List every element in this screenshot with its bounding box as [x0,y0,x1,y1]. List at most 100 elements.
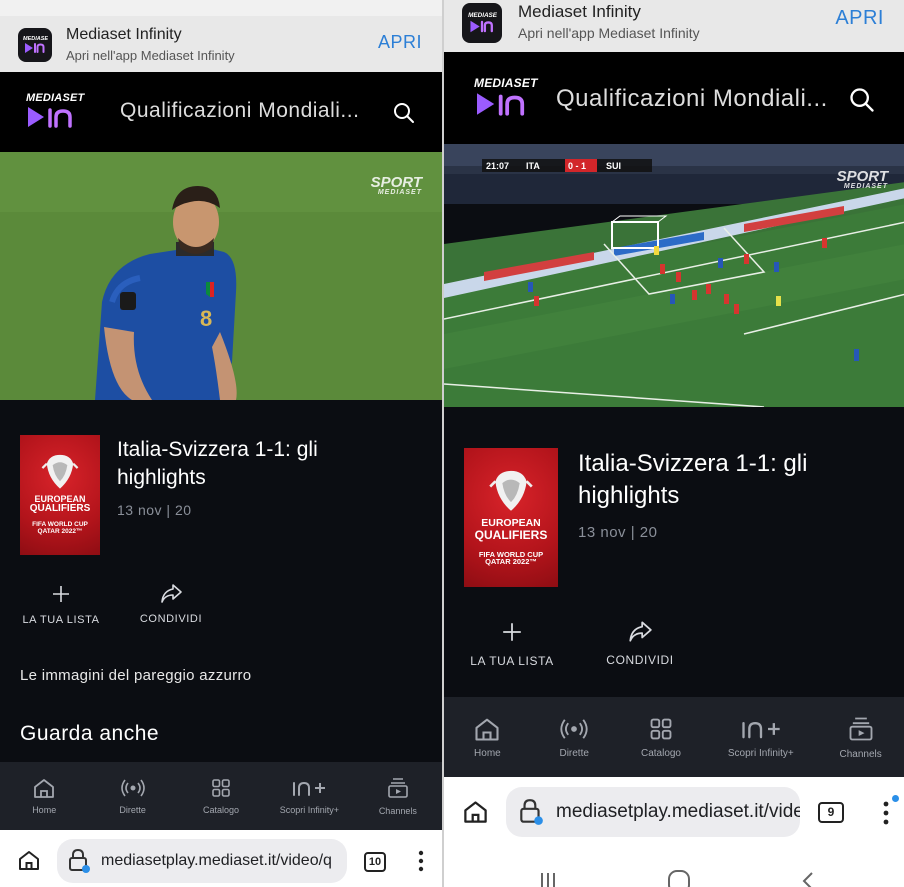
share-label: CONDIVIDI [606,653,674,667]
score-home: ITA [526,161,540,171]
browser-home-icon [464,801,487,823]
page-title: Qualificazioni Mondiali... [556,85,828,112]
mediaset-app-icon: MEDIASET [18,28,52,62]
url-field[interactable]: mediasetplay.mediaset.it/video/q [506,787,800,837]
nav-channels-label: Channels [839,748,882,760]
share-icon [629,621,652,642]
svg-text:8: 8 [200,306,212,331]
watermark-bottom: MEDIASET [377,188,422,196]
search-button[interactable] [392,101,416,130]
system-back-icon[interactable] [800,871,816,887]
video-player[interactable]: 8 SPORT MEDIASET [0,152,442,400]
poster-line-1: EUROPEAN [481,517,541,529]
mediaset-infinity-logo[interactable]: MEDIASET [26,92,84,135]
channels-icon [849,717,873,740]
add-to-list-button[interactable]: LA TUA LISTA [462,621,562,668]
site-header: MEDIASET Qualificazioni Mondiali... [444,52,904,144]
kebab-menu-icon [418,850,424,872]
nav-catalog-label: Catalogo [640,747,681,759]
app-banner: MEDIASET Mediaset Infinity Apri nell'app… [0,16,442,72]
catalog-icon [650,718,672,739]
video-title: Italia-Svizzera 1-1: gli highlights [578,450,808,510]
add-to-list-label: LA TUA LISTA [470,654,554,668]
watermark-bottom: MEDIASET [843,182,888,190]
browser-home-button[interactable] [462,799,489,829]
nav-infinity-plus-label: Scopri Infinity+ [279,805,340,815]
lock-icon [520,799,543,825]
live-icon [560,718,588,739]
channels-icon [388,778,408,798]
video-details: EUROPEAN QUALIFIERS FIFA WORLD CUP QATAR… [0,400,442,762]
browser-menu-button[interactable] [418,850,424,877]
share-button[interactable]: CONDIVIDI [600,619,680,667]
page-title: Qualificazioni Mondiali... [120,99,360,122]
video-details: EUROPEAN QUALIFIERS FIFA WORLD CUP QATAR… [444,407,904,697]
share-label: CONDIVIDI [139,613,203,625]
browser-home-button[interactable] [17,849,41,876]
nav-catalog[interactable]: Catalogo [618,697,705,777]
video-meta: 13 nov | 20 [578,524,658,541]
nav-infinity-plus[interactable]: Scopri Infinity+ [704,697,817,777]
svg-text:MEDIASET: MEDIASET [468,12,497,19]
live-icon [120,779,145,797]
share-icon [161,584,182,603]
site-header: MEDIASET Qualificazioni Mondiali... [0,72,442,152]
nav-catalog[interactable]: Catalogo [177,762,265,830]
tab-switcher-button[interactable]: 10 [364,852,386,872]
nav-channels[interactable]: Channels [354,762,442,830]
nav-home[interactable]: Home [444,697,531,777]
banner-open-button[interactable]: APRI [835,7,884,30]
nav-live-label: Dirette [119,805,146,815]
search-button[interactable] [848,86,876,119]
tab-switcher-button[interactable]: 9 [818,802,844,823]
nav-channels-label: Channels [378,806,417,816]
score-value: 0 - 1 [568,161,586,171]
mediaset-app-icon: MEDIASET [462,3,502,43]
browser-menu-button[interactable] [882,800,892,831]
kebab-menu-icon [883,801,889,825]
see-also-heading: Guarda anche [20,722,160,745]
logo-text: MEDIASET [474,76,538,90]
nav-infinity-plus[interactable]: Scopri Infinity+ [265,762,353,830]
add-to-list-button[interactable]: LA TUA LISTA [16,584,106,626]
trophy-emblem-icon [41,454,79,489]
left-phone-screen: MEDIASET Mediaset Infinity Apri nell'app… [0,0,442,887]
status-strip [0,0,442,16]
nav-live[interactable]: Dirette [88,762,176,830]
url-field[interactable]: mediasetplay.mediaset.it/video/q [57,839,347,883]
poster-line-4: QATAR 2022™ [37,527,83,535]
add-to-list-label: LA TUA LISTA [22,614,100,626]
score-away: SUI [606,161,621,171]
infinity-plus-icon [293,781,326,796]
share-button[interactable]: CONDIVIDI [134,582,208,625]
banner-subtitle: Apri nell'app Mediaset Infinity [66,48,235,63]
european-qualifiers-poster[interactable]: EUROPEAN QUALIFIERS FIFA WORLD CUP QATAR… [20,435,100,555]
banner-open-button[interactable]: APRI [378,32,422,53]
url-text: mediasetplay.mediaset.it/video/q [101,852,332,869]
european-qualifiers-poster[interactable]: EUROPEAN QUALIFIERS FIFA WORLD CUP QATAR… [464,448,558,587]
logo-text: MEDIASET [26,92,85,104]
lock-icon [69,848,90,873]
poster-line-2: QUALIFIERS [29,503,91,514]
plus-icon [53,586,69,602]
mediaset-infinity-logo[interactable]: MEDIASET [474,76,538,123]
nav-home-label: Home [32,805,57,815]
score-time: 21:07 [486,161,509,171]
nav-catalog-label: Catalogo [203,805,240,815]
home-icon [475,718,499,741]
home-icon [34,779,55,798]
browser-home-icon [19,851,39,870]
nav-infinity-plus-label: Scopri Infinity+ [727,747,794,759]
svg-text:MEDIASET: MEDIASET [23,36,48,42]
app-banner: MEDIASET Mediaset Infinity Apri nell'app… [444,0,904,52]
video-player[interactable]: 21:07 ITA 0 - 1 SUI SPORT MEDIASET [444,144,904,407]
recent-apps-icon[interactable] [539,871,557,887]
plus-icon [503,623,521,641]
system-home-icon[interactable] [666,869,692,887]
nav-home[interactable]: Home [0,762,88,830]
nav-channels[interactable]: Channels [817,697,904,777]
poster-line-4: QATAR 2022™ [485,557,537,567]
nav-home-label: Home [474,747,501,759]
browser-address-bar: mediasetplay.mediaset.it/video/q 9 [444,777,904,847]
nav-live[interactable]: Dirette [531,697,618,777]
